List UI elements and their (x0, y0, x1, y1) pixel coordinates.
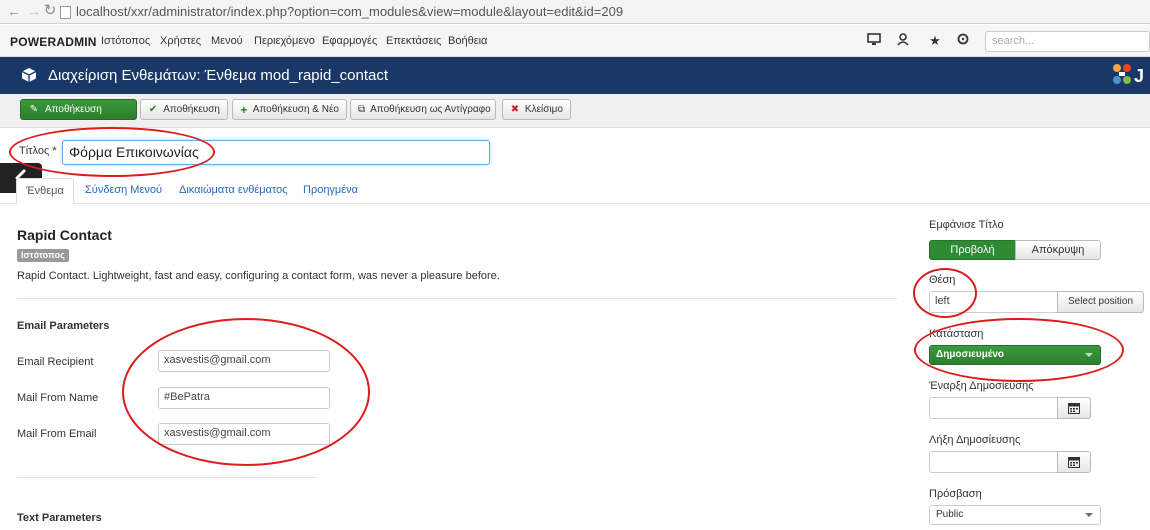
title-input[interactable]: Φόρμα Επικοινωνίας (62, 140, 490, 165)
email-recipient-label: Email Recipient (17, 356, 94, 368)
joomla-logo: J (1110, 60, 1150, 90)
show-title-hide-button[interactable]: Απόκρυψη (1015, 240, 1101, 260)
save-copy-button[interactable]: ⧉ Αποθήκευση ως Αντίγραφο (350, 99, 496, 120)
select-position-button[interactable]: Select position (1057, 291, 1144, 313)
email-parameters-heading: Email Parameters (17, 320, 110, 332)
mail-from-name-input[interactable]: #BePatra (158, 387, 330, 409)
menu-item-components[interactable]: Εφαρμογές (322, 35, 377, 47)
page-icon (60, 6, 71, 19)
svg-text:J: J (1134, 66, 1144, 86)
url-field[interactable]: localhost/xxr/administrator/index.php?op… (76, 4, 623, 19)
mail-from-email-label: Mail From Email (17, 428, 97, 440)
menu-item-extensions[interactable]: Επεκτάσεις (386, 35, 441, 47)
check-icon: ✔ (148, 104, 158, 115)
publish-up-input[interactable] (929, 397, 1058, 419)
menu-item-content[interactable]: Περιεχόμενο (254, 35, 315, 47)
position-label: Θέση (929, 274, 956, 286)
mail-from-email-input[interactable]: xasvestis@gmail.com (158, 423, 330, 445)
brand-logo[interactable]: POWERADMIN (10, 35, 97, 49)
back-arrow-icon[interactable]: ← (6, 3, 22, 19)
text-parameters-heading: Text Parameters (17, 512, 102, 524)
status-select[interactable]: Δημοσιευμένο (929, 345, 1101, 365)
calendar-icon[interactable] (1057, 451, 1091, 473)
forward-arrow-icon[interactable]: → (26, 3, 42, 19)
edit-icon: ✎ (29, 104, 39, 115)
copy-icon: ⧉ (358, 104, 366, 115)
access-label: Πρόσβαση (929, 488, 982, 500)
save-close-button[interactable]: ✔ Αποθήκευση (140, 99, 228, 120)
monitor-icon[interactable] (865, 32, 883, 50)
chevron-down-icon (1085, 513, 1093, 517)
tab-permissions[interactable]: Δικαιώματα ενθέματος (170, 178, 297, 204)
access-select[interactable]: Public (929, 505, 1101, 525)
title-label: Τίτλος * (19, 145, 57, 157)
publish-down-label: Λήξη Δημοσίευσης (929, 434, 1021, 446)
status-label: Κατάσταση (929, 328, 984, 340)
module-description: Rapid Contact. Lightweight, fast and eas… (17, 270, 500, 282)
mail-from-name-label: Mail From Name (17, 392, 99, 404)
publish-up-label: Έναρξη Δημοσίευσης (929, 380, 1034, 392)
module-name: Rapid Contact (17, 227, 112, 243)
plus-icon: + (240, 102, 248, 117)
tab-advanced[interactable]: Προηγμένα (294, 178, 367, 204)
save-new-button[interactable]: + Αποθήκευση & Νέο (232, 99, 347, 120)
close-button[interactable]: ✖ Κλείσιμο (502, 99, 571, 120)
reload-icon[interactable]: ↻ (42, 3, 58, 19)
tab-module[interactable]: Ένθεμα (16, 178, 74, 204)
menu-item-menus[interactable]: Μενού (211, 35, 243, 47)
divider (17, 298, 897, 299)
cube-icon (21, 67, 37, 83)
tab-menu-assignment[interactable]: Σύνδεση Μενού (76, 178, 171, 204)
top-search-input[interactable]: search... (985, 31, 1150, 52)
site-badge: Ιστότοπος (17, 249, 69, 262)
chevron-down-icon (1085, 353, 1093, 357)
close-icon: ✖ (510, 104, 520, 115)
show-title-label: Εμφάνισε Τίτλο (929, 219, 1004, 231)
divider (17, 477, 317, 478)
publish-down-input[interactable] (929, 451, 1058, 473)
menu-item-site[interactable]: Ιστότοπος (101, 35, 150, 47)
calendar-icon[interactable] (1057, 397, 1091, 419)
user-icon[interactable] (894, 32, 912, 50)
save-button[interactable]: ✎ Αποθήκευση (20, 99, 137, 120)
menu-item-help[interactable]: Βοήθεια (448, 35, 487, 47)
settings-icon[interactable] (954, 32, 972, 50)
star-icon[interactable]: ★ (926, 32, 944, 50)
menu-item-users[interactable]: Χρήστες (160, 35, 201, 47)
page-title: Διαχείριση Ενθεμάτων: Ένθεμα mod_rapid_c… (48, 67, 389, 84)
position-input[interactable]: left (929, 291, 1058, 313)
email-recipient-input[interactable]: xasvestis@gmail.com (158, 350, 330, 372)
show-title-show-button[interactable]: Προβολή (929, 240, 1016, 260)
